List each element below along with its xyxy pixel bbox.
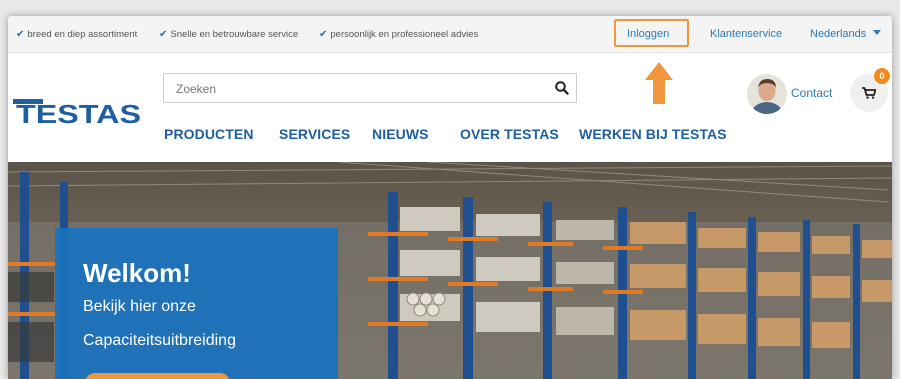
hero-cta-button[interactable]	[85, 373, 230, 379]
chevron-down-icon	[873, 30, 882, 35]
svg-text:TESTAS: TESTAS	[16, 99, 141, 125]
testas-logo[interactable]: TESTAS	[13, 99, 143, 125]
usp-item: ✔ Snelle en betrouwbare service	[159, 29, 298, 40]
login-link[interactable]: Inloggen	[614, 19, 689, 47]
nav-item-over-testas[interactable]: OVER TESTAS	[460, 126, 559, 142]
pointer-arrow-icon	[645, 62, 673, 104]
checkmark-icon: ✔	[16, 29, 25, 40]
language-label: Nederlands	[810, 28, 867, 40]
customer-service-link[interactable]: Klantenservice	[710, 28, 782, 40]
welcome-panel: Welkom! Bekijk hier onze Capaciteitsuitb…	[55, 228, 338, 379]
checkmark-icon: ✔	[319, 29, 328, 40]
nav-item-nieuws[interactable]: NIEUWS	[372, 126, 429, 142]
cart-icon	[862, 87, 876, 99]
hero-subtitle-line-1: Bekijk hier onze	[83, 298, 196, 315]
browser-page: ✔ breed en diep assortiment ✔ Snelle en be…	[8, 16, 892, 379]
search-icon[interactable]	[554, 80, 570, 96]
usp-item: ✔ persoonlijk en professioneel advies	[319, 29, 478, 40]
hero-title: Welkom!	[83, 258, 191, 288]
usp-text: breed en diep assortiment	[27, 29, 138, 40]
nav-item-producten[interactable]: PRODUCTEN	[164, 126, 254, 142]
cart-count-badge: 0	[874, 68, 890, 84]
contact-link[interactable]: Contact	[791, 86, 832, 100]
nav-item-werken-bij-testas[interactable]: WERKEN BIJ TESTAS	[579, 126, 727, 142]
search-box	[163, 73, 577, 103]
hero-subtitle-line-2[interactable]: Capaciteitsuitbreiding	[83, 332, 236, 350]
avatar[interactable]	[747, 74, 787, 114]
top-utility-bar: ✔ breed en diep assortiment ✔ Snelle en be…	[8, 16, 892, 53]
nav-item-services[interactable]: SERVICES	[279, 126, 350, 142]
usp-text: persoonlijk en professioneel advies	[330, 29, 479, 40]
checkmark-icon: ✔	[159, 29, 168, 40]
language-selector[interactable]: Nederlands	[810, 28, 882, 40]
usp-text: Snelle en betrouwbare service	[170, 29, 299, 40]
search-input[interactable]	[174, 79, 538, 99]
login-label: Inloggen	[627, 28, 670, 40]
usp-item: ✔ breed en diep assortiment	[16, 29, 137, 40]
